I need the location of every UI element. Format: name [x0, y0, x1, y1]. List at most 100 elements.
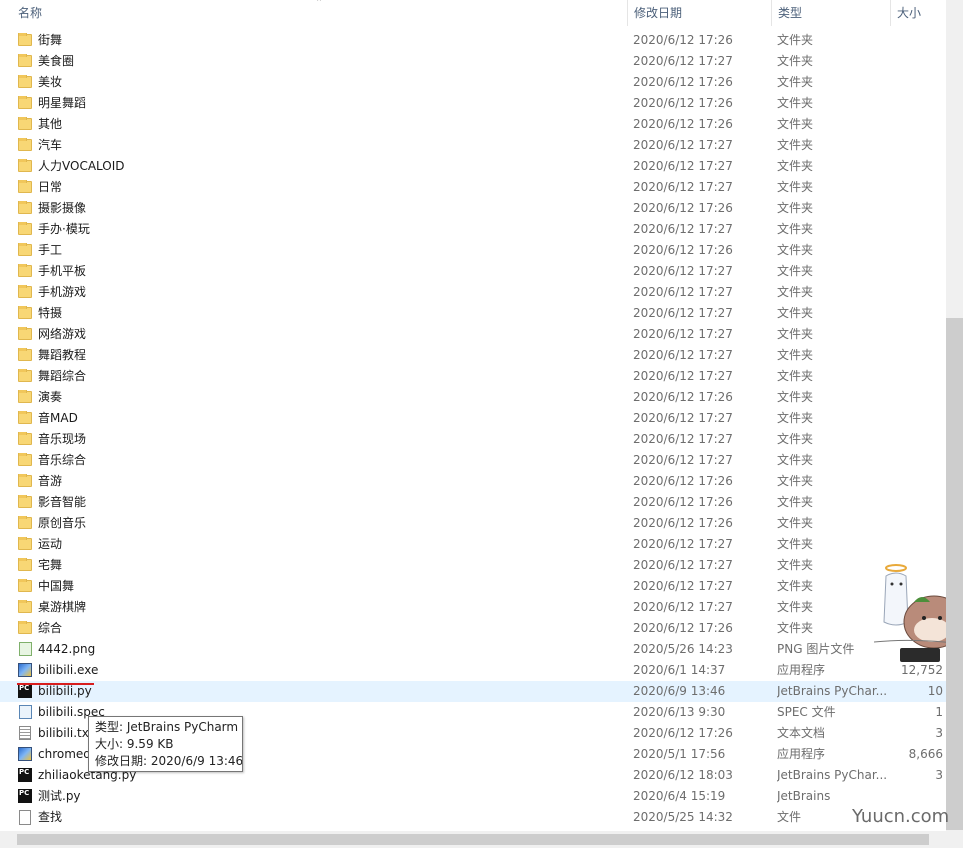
file-date: 2020/5/25 14:32	[633, 810, 733, 824]
file-date: 2020/6/12 17:27	[633, 411, 733, 425]
file-row[interactable]: 手工 2020/6/12 17:26 文件夹	[0, 240, 946, 261]
file-name: 音乐现场	[38, 432, 87, 446]
file-type: 文件夹	[777, 138, 814, 152]
file-name: 音乐综合	[38, 453, 87, 467]
file-name: 汽车	[38, 138, 63, 152]
file-date: 2020/6/12 17:26	[633, 621, 733, 635]
file-row[interactable]: 其他 2020/6/12 17:26 文件夹	[0, 114, 946, 135]
folder-icon	[18, 600, 32, 613]
folder-icon	[18, 243, 32, 256]
column-header-date[interactable]: 修改日期	[627, 0, 767, 26]
file-type: 文件夹	[777, 75, 814, 89]
file-date: 2020/6/1 14:37	[633, 663, 726, 677]
file-type: 文件夹	[777, 222, 814, 236]
file-row[interactable]: 手机游戏 2020/6/12 17:27 文件夹	[0, 282, 946, 303]
file-row[interactable]: 舞蹈教程 2020/6/12 17:27 文件夹	[0, 345, 946, 366]
file-type: JetBrains PyChar...	[777, 768, 888, 782]
file-type: 文件夹	[777, 453, 814, 467]
file-row[interactable]: 手办·模玩 2020/6/12 17:27 文件夹	[0, 219, 946, 240]
file-type: 文件夹	[777, 201, 814, 215]
file-name: 手办·模玩	[38, 222, 90, 236]
file-row[interactable]: 音乐现场 2020/6/12 17:27 文件夹	[0, 429, 946, 450]
file-size	[889, 240, 943, 261]
file-date: 2020/6/12 17:26	[633, 117, 733, 131]
file-row[interactable]: 网络游戏 2020/6/12 17:27 文件夹	[0, 324, 946, 345]
file-size	[889, 786, 943, 807]
folder-icon	[18, 96, 32, 109]
folder-icon	[18, 516, 32, 529]
file-date: 2020/6/12 17:27	[633, 327, 733, 341]
file-row[interactable]: 日常 2020/6/12 17:27 文件夹	[0, 177, 946, 198]
file-name: 音MAD	[38, 411, 78, 425]
file-name: bilibili.exe	[38, 663, 99, 677]
folder-icon	[18, 138, 32, 151]
file-row[interactable]: 宅舞 2020/6/12 17:27 文件夹	[0, 555, 946, 576]
file-row[interactable]: 运动 2020/6/12 17:27 文件夹	[0, 534, 946, 555]
file-type: 应用程序	[777, 747, 826, 761]
file-row[interactable]: 舞蹈综合 2020/6/12 17:27 文件夹	[0, 366, 946, 387]
file-row[interactable]: 4442.png 2020/5/26 14:23 PNG 图片文件	[0, 639, 946, 660]
application-icon	[18, 747, 32, 761]
file-row[interactable]: PC bilibili.py 2020/6/9 13:46 JetBrains PyC…	[0, 681, 946, 702]
application-icon	[18, 663, 32, 677]
file-name: 手机平板	[38, 264, 87, 278]
file-name: 4442.png	[38, 642, 96, 656]
file-name: 美妆	[38, 75, 63, 89]
file-row[interactable]: 汽车 2020/6/12 17:27 文件夹	[0, 135, 946, 156]
png-image-icon	[19, 642, 32, 656]
vertical-scrollbar-thumb[interactable]	[946, 318, 963, 830]
file-type: JetBrains	[777, 789, 831, 803]
file-date: 2020/6/12 17:26	[633, 96, 733, 110]
file-name: 原创音乐	[38, 516, 87, 530]
file-row[interactable]: 人力VOCALOID 2020/6/12 17:27 文件夹	[0, 156, 946, 177]
horizontal-scrollbar-thumb[interactable]	[17, 834, 929, 845]
file-size	[889, 534, 943, 555]
file-row[interactable]: 综合 2020/6/12 17:26 文件夹	[0, 618, 946, 639]
file-row[interactable]: 美食圈 2020/6/12 17:27 文件夹	[0, 51, 946, 72]
file-date: 2020/6/12 17:26	[633, 390, 733, 404]
file-row[interactable]: 音乐综合 2020/6/12 17:27 文件夹	[0, 450, 946, 471]
column-header-size[interactable]: 大小	[890, 0, 946, 26]
file-row[interactable]: 音MAD 2020/6/12 17:27 文件夹	[0, 408, 946, 429]
file-row[interactable]: 街舞 2020/6/12 17:26 文件夹	[0, 30, 946, 51]
file-row[interactable]: 手机平板 2020/6/12 17:27 文件夹	[0, 261, 946, 282]
file-name: 摄影摄像	[38, 201, 87, 215]
folder-icon	[18, 180, 32, 193]
file-row[interactable]: 查找 2020/5/25 14:32 文件	[0, 807, 946, 828]
sort-up-icon: ⌃	[315, 0, 323, 8]
folder-icon	[18, 348, 32, 361]
column-header-type[interactable]: 类型	[771, 0, 888, 26]
file-type: PNG 图片文件	[777, 642, 855, 656]
watermark: Yuucn.com	[852, 806, 950, 827]
folder-icon	[18, 369, 32, 382]
folder-icon	[18, 579, 32, 592]
file-row[interactable]: 中国舞 2020/6/12 17:27 文件夹	[0, 576, 946, 597]
file-row[interactable]: 美妆 2020/6/12 17:26 文件夹	[0, 72, 946, 93]
file-row[interactable]: 影音智能 2020/6/12 17:26 文件夹	[0, 492, 946, 513]
file-type: SPEC 文件	[777, 705, 836, 719]
file-size	[889, 156, 943, 177]
file-date: 2020/6/12 17:27	[633, 537, 733, 551]
file-row[interactable]: 摄影摄像 2020/6/12 17:26 文件夹	[0, 198, 946, 219]
file-size	[889, 114, 943, 135]
file-type: 应用程序	[777, 663, 826, 677]
file-type: 文件夹	[777, 180, 814, 194]
file-name: 运动	[38, 537, 63, 551]
file-date: 2020/6/12 17:27	[633, 600, 733, 614]
file-date: 2020/5/26 14:23	[633, 642, 733, 656]
file-date: 2020/6/12 17:27	[633, 432, 733, 446]
file-date: 2020/6/12 17:27	[633, 579, 733, 593]
file-row[interactable]: 演奏 2020/6/12 17:26 文件夹	[0, 387, 946, 408]
file-row[interactable]: PC 测试.py 2020/6/4 15:19 JetBrains	[0, 786, 946, 807]
file-row[interactable]: 音游 2020/6/12 17:26 文件夹	[0, 471, 946, 492]
file-date: 2020/5/1 17:56	[633, 747, 726, 761]
file-type: 文件夹	[777, 285, 814, 299]
file-row[interactable]: bilibili.exe 2020/6/1 14:37 应用程序 12,752	[0, 660, 946, 681]
file-date: 2020/6/12 17:26	[633, 516, 733, 530]
file-row[interactable]: 特摄 2020/6/12 17:27 文件夹	[0, 303, 946, 324]
file-row[interactable]: 原创音乐 2020/6/12 17:26 文件夹	[0, 513, 946, 534]
file-date: 2020/6/12 17:27	[633, 264, 733, 278]
file-row[interactable]: 桌游棋牌 2020/6/12 17:27 文件夹	[0, 597, 946, 618]
file-row[interactable]: 明星舞蹈 2020/6/12 17:26 文件夹	[0, 93, 946, 114]
spec-file-icon	[19, 705, 32, 719]
